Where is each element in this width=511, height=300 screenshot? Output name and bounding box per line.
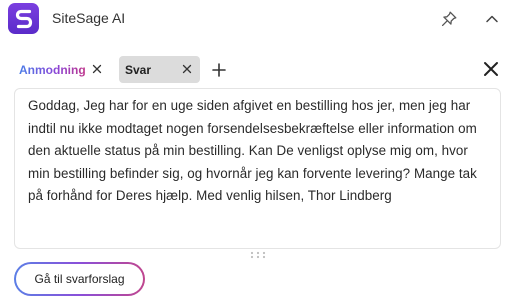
go-to-reply-suggestion-label: Gå til svarforslag [34,272,125,286]
pin-button[interactable] [438,8,460,30]
collapse-button[interactable] [481,8,503,30]
add-tab-button[interactable] [209,60,229,80]
plus-icon [212,63,226,77]
pin-icon [441,11,457,27]
panel-header: SiteSage AI [0,0,511,40]
tab-reply-close-button[interactable] [180,62,194,76]
app-title: SiteSage AI [52,10,126,26]
sitesage-panel: SiteSage AI Anmodning Svar Goddag, Jeg h… [0,0,511,300]
resize-handle[interactable] [248,246,268,259]
message-textarea[interactable]: Goddag, Jeg har for en uge siden afgivet… [14,88,501,249]
go-to-reply-suggestion-button[interactable]: Gå til svarforslag [14,262,145,296]
chevron-up-icon [486,15,498,23]
tab-reply-label: Svar [125,62,152,77]
sitesage-logo [8,3,39,34]
tab-bar: Anmodning Svar [0,52,511,86]
close-icon [182,64,192,74]
close-icon [92,64,102,74]
tab-request-close-button[interactable] [90,62,104,76]
tab-request[interactable]: Anmodning [12,56,112,83]
logo-s-icon [15,9,32,28]
tab-request-label: Anmodning [19,62,86,77]
close-icon [484,62,498,76]
close-panel-button[interactable] [480,58,502,80]
message-text: Goddag, Jeg har for en uge siden afgivet… [28,98,477,204]
drag-grip-icon [250,251,266,259]
tab-reply[interactable]: Svar [119,56,200,83]
